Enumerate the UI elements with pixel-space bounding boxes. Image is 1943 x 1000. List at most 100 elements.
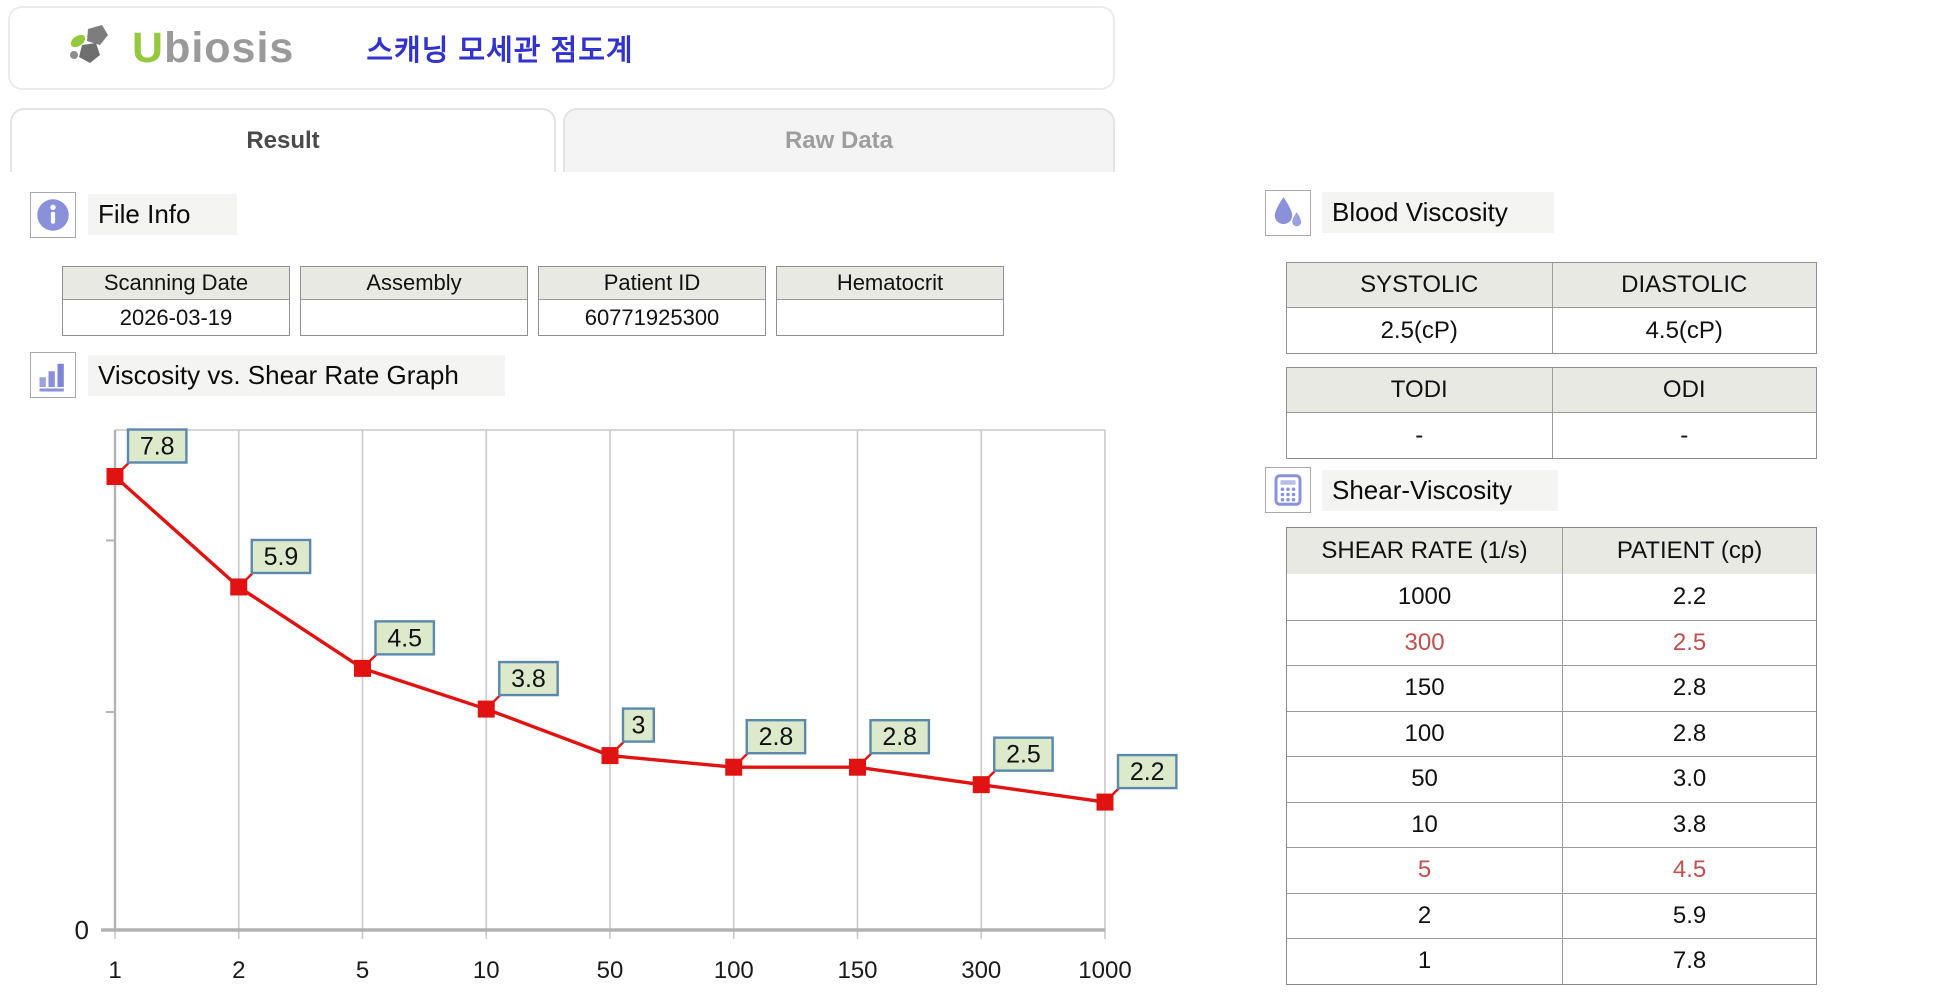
tab-result[interactable]: Result (10, 108, 556, 172)
svg-text:2.8: 2.8 (882, 723, 917, 751)
table-row: 1502.8 (1287, 665, 1816, 711)
brand-letter-u: U (132, 24, 164, 72)
graph-section-title: Viscosity vs. Shear Rate Graph (88, 355, 505, 396)
todi-odi-table: TODI ODI - - (1286, 367, 1817, 459)
patient-cell: 2.2 (1562, 574, 1816, 620)
table-row: 54.5 (1287, 847, 1816, 893)
patient-cell: 3.8 (1562, 803, 1816, 848)
svg-text:50: 50 (597, 957, 624, 984)
table-header-row: SHEAR RATE (1/s) PATIENT (cp) (1287, 528, 1816, 574)
file-info-fields: Scanning Date2026-03-19 Assembly Patient I… (62, 266, 1004, 336)
svg-text:3: 3 (631, 712, 645, 740)
table-row: 103.8 (1287, 802, 1816, 848)
shear-viscosity-icon-box (1265, 467, 1311, 513)
patient-cell: 2.8 (1562, 666, 1816, 711)
todi-header: TODI (1287, 368, 1552, 412)
odi-header: ODI (1552, 368, 1817, 412)
patient-cell: 4.5 (1562, 848, 1816, 893)
file-info-field: Scanning Date2026-03-19 (62, 266, 290, 336)
shear-rate-cell: 10 (1287, 803, 1562, 848)
table-row: 17.8 (1287, 938, 1816, 984)
blood-viscosity-icon-box (1265, 190, 1311, 236)
file-info-field-value (777, 300, 1003, 335)
bar-chart-icon (35, 357, 71, 393)
table-value-row: 2.5(cP) 4.5(cP) (1287, 308, 1816, 353)
shear-rate-cell: 5 (1287, 848, 1562, 893)
svg-text:4.5: 4.5 (387, 624, 422, 652)
shear-rate-cell: 300 (1287, 621, 1562, 666)
patient-cell: 2.8 (1562, 712, 1816, 757)
diastolic-value: 4.5(cP) (1552, 308, 1817, 353)
svg-text:7.8: 7.8 (140, 433, 175, 461)
table-row: 503.0 (1287, 756, 1816, 802)
shear-rate-column-header: SHEAR RATE (1/s) (1287, 528, 1562, 574)
file-info-field-label: Patient ID (539, 267, 765, 300)
file-info-field: Assembly (300, 266, 528, 336)
table-row: 10002.2 (1287, 574, 1816, 620)
table-header-row: SYSTOLIC DIASTOLIC (1287, 263, 1816, 308)
brand-name: Ubiosis (132, 27, 294, 70)
blood-viscosity-section-title: Blood Viscosity (1322, 192, 1554, 233)
svg-text:300: 300 (961, 957, 1001, 984)
shear-rate-cell: 1 (1287, 939, 1562, 984)
shear-viscosity-section-title: Shear-Viscosity (1322, 470, 1558, 511)
table-row: 25.9 (1287, 893, 1816, 939)
ubiosis-logo-icon (66, 21, 126, 75)
table-row: 3002.5 (1287, 620, 1816, 666)
shear-rate-cell: 50 (1287, 757, 1562, 802)
svg-text:1000: 1000 (1078, 957, 1131, 984)
graph-icon-box (30, 352, 76, 398)
svg-text:5: 5 (356, 957, 369, 984)
shear-rate-cell: 100 (1287, 712, 1562, 757)
svg-text:1: 1 (108, 957, 121, 984)
shear-rate-cell: 1000 (1287, 574, 1562, 620)
svg-text:2: 2 (232, 957, 245, 984)
patient-cell: 7.8 (1562, 939, 1816, 984)
odi-value: - (1552, 413, 1817, 458)
svg-text:150: 150 (837, 957, 877, 984)
info-icon (35, 197, 71, 233)
diastolic-header: DIASTOLIC (1552, 263, 1817, 307)
file-info-field-label: Scanning Date (63, 267, 289, 300)
header-card: Ubiosis 스캐닝 모세관 점도계 (8, 6, 1115, 90)
file-info-field-value: 2026-03-19 (63, 300, 289, 335)
shear-viscosity-table: SHEAR RATE (1/s) PATIENT (cp) 10002.2300… (1286, 527, 1817, 985)
app-title-korean: 스캐닝 모세관 점도계 (366, 27, 633, 69)
file-info-field-value (301, 300, 527, 335)
svg-text:0: 0 (75, 915, 89, 945)
file-info-field-label: Hematocrit (777, 267, 1003, 300)
viscosity-chart-area: 01 2 5 10 50 100 150 300 1000 7.8 5.9 4.5 3.8 3 2.8 2.8… (0, 415, 1280, 995)
file-info-field-value: 60771925300 (539, 300, 765, 335)
shear-viscosity-table-body: 10002.23002.51502.81002.8503.0103.854.52… (1287, 574, 1816, 984)
systolic-header: SYSTOLIC (1287, 263, 1552, 307)
patient-cell: 5.9 (1562, 894, 1816, 939)
blood-pressure-viscosity-table: SYSTOLIC DIASTOLIC 2.5(cP) 4.5(cP) (1286, 262, 1817, 354)
svg-text:2.8: 2.8 (759, 723, 794, 751)
svg-text:100: 100 (714, 957, 754, 984)
shear-rate-cell: 2 (1287, 894, 1562, 939)
file-info-field-label: Assembly (301, 267, 527, 300)
tab-raw-data[interactable]: Raw Data (563, 108, 1115, 172)
systolic-value: 2.5(cP) (1287, 308, 1552, 353)
table-value-row: - - (1287, 413, 1816, 458)
droplets-icon (1270, 195, 1306, 231)
table-row: 1002.8 (1287, 711, 1816, 757)
brand-logo: Ubiosis (66, 21, 294, 75)
viscosity-chart: 01 2 5 10 50 100 150 300 1000 7.8 5.9 4.5 3.8 3 2.8 2.8… (0, 415, 1280, 995)
brand-name-rest: biosis (164, 24, 294, 72)
shear-rate-cell: 150 (1287, 666, 1562, 711)
svg-text:10: 10 (473, 957, 500, 984)
patient-column-header: PATIENT (cp) (1562, 528, 1816, 574)
file-info-icon-box (30, 192, 76, 238)
svg-text:3.8: 3.8 (511, 665, 546, 693)
svg-text:2.2: 2.2 (1130, 758, 1165, 786)
file-info-field: Hematocrit (776, 266, 1004, 336)
patient-cell: 3.0 (1562, 757, 1816, 802)
svg-text:5.9: 5.9 (264, 543, 299, 571)
file-info-section-title: File Info (88, 194, 237, 235)
calculator-icon (1270, 472, 1306, 508)
file-info-field: Patient ID60771925300 (538, 266, 766, 336)
svg-text:2.5: 2.5 (1006, 741, 1041, 769)
patient-cell: 2.5 (1562, 621, 1816, 666)
table-header-row: TODI ODI (1287, 368, 1816, 413)
